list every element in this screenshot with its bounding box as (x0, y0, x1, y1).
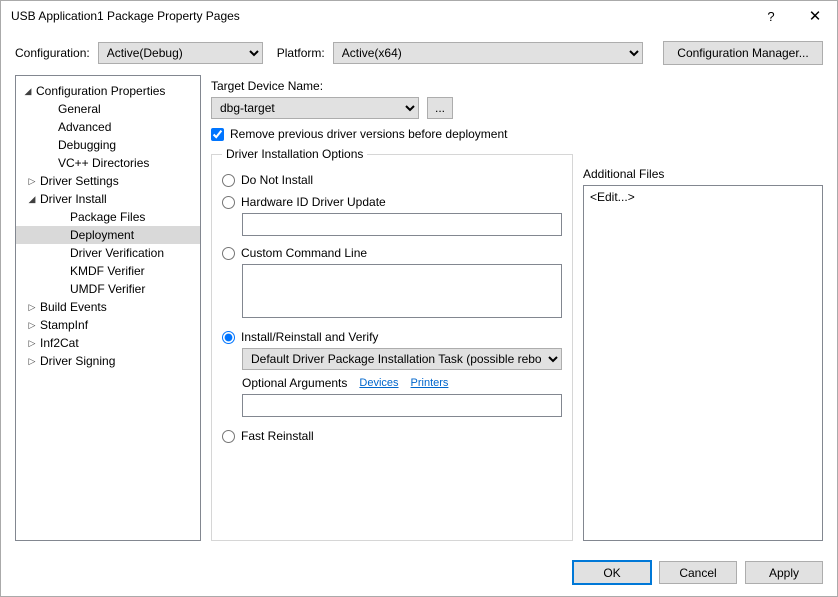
platform-label: Platform: (277, 46, 325, 60)
expander-icon[interactable]: ▷ (26, 176, 38, 187)
main-panel: Target Device Name: dbg-target ... Remov… (211, 75, 823, 541)
ok-button[interactable]: OK (573, 561, 651, 584)
target-device-select[interactable]: dbg-target (211, 97, 419, 119)
tree-item[interactable]: ▷StampInf (16, 316, 200, 334)
tree-item-label: Advanced (56, 120, 111, 134)
close-button[interactable]: ✕ (793, 1, 837, 31)
tree-item[interactable]: KMDF Verifier (16, 262, 200, 280)
platform-select[interactable]: Active(x64) (333, 42, 643, 64)
expander-icon[interactable]: ▷ (26, 356, 38, 367)
radio-cmdline[interactable] (222, 247, 235, 260)
cancel-button[interactable]: Cancel (659, 561, 737, 584)
radio-cmdline-label: Custom Command Line (241, 246, 367, 260)
hwid-input[interactable] (242, 213, 562, 236)
expander-icon[interactable]: ▷ (26, 302, 38, 313)
tree-item-label: StampInf (38, 318, 88, 332)
radio-hwid-label: Hardware ID Driver Update (241, 195, 386, 209)
optional-args-input[interactable] (242, 394, 562, 417)
tree-item[interactable]: ▷Build Events (16, 298, 200, 316)
tree-item[interactable]: General (16, 100, 200, 118)
tree-root[interactable]: ◢ Configuration Properties (16, 82, 200, 100)
additional-files-box[interactable]: <Edit...> (583, 185, 823, 541)
help-button[interactable]: ? (749, 1, 793, 31)
tree-item[interactable]: Debugging (16, 136, 200, 154)
tree-item-label: Package Files (68, 210, 145, 224)
radio-fast-reinstall[interactable] (222, 430, 235, 443)
remove-previous-checkbox[interactable] (211, 128, 224, 141)
tree-item-label: Inf2Cat (38, 336, 79, 350)
window-title: USB Application1 Package Property Pages (11, 9, 749, 23)
tree-item-label: Driver Verification (68, 246, 164, 260)
tree-item[interactable]: ▷Inf2Cat (16, 334, 200, 352)
target-device-label: Target Device Name: (211, 79, 573, 93)
expander-icon[interactable]: ◢ (22, 86, 34, 97)
tree-item-label: Driver Settings (38, 174, 119, 188)
additional-files-label: Additional Files (583, 167, 823, 181)
tree-item-label: Deployment (68, 228, 134, 242)
tree-item[interactable]: Driver Verification (16, 244, 200, 262)
configuration-manager-button[interactable]: Configuration Manager... (663, 41, 823, 65)
tree-item-label: VC++ Directories (56, 156, 149, 170)
config-row: Configuration: Active(Debug) Platform: A… (1, 31, 837, 75)
tree-item[interactable]: ◢Driver Install (16, 190, 200, 208)
install-task-select[interactable]: Default Driver Package Installation Task… (242, 348, 562, 370)
tree-item-label: Driver Install (38, 192, 107, 206)
tree-item[interactable]: ▷Driver Signing (16, 352, 200, 370)
tree-item-label: UMDF Verifier (68, 282, 145, 296)
tree-item[interactable]: Advanced (16, 118, 200, 136)
optional-args-label: Optional Arguments (242, 376, 347, 390)
tree-item-label: KMDF Verifier (68, 264, 145, 278)
apply-button[interactable]: Apply (745, 561, 823, 584)
configuration-label: Configuration: (15, 46, 90, 60)
property-pages-dialog: USB Application1 Package Property Pages … (0, 0, 838, 597)
browse-target-button[interactable]: ... (427, 97, 453, 119)
configuration-select[interactable]: Active(Debug) (98, 42, 263, 64)
titlebar: USB Application1 Package Property Pages … (1, 1, 837, 31)
expander-icon[interactable]: ▷ (26, 320, 38, 331)
group-legend: Driver Installation Options (222, 147, 367, 161)
expander-icon[interactable]: ◢ (26, 194, 38, 205)
additional-files-edit[interactable]: <Edit...> (590, 190, 635, 204)
cmdline-input[interactable] (242, 264, 562, 318)
tree-item[interactable]: VC++ Directories (16, 154, 200, 172)
tree-item[interactable]: UMDF Verifier (16, 280, 200, 298)
tree-item-label: Build Events (38, 300, 107, 314)
tree-item-label: Debugging (56, 138, 116, 152)
tree-item[interactable]: ▷Driver Settings (16, 172, 200, 190)
radio-do-not-install-label: Do Not Install (241, 173, 313, 187)
radio-install-verify-label: Install/Reinstall and Verify (241, 330, 378, 344)
tree-item-label: General (56, 102, 101, 116)
expander-icon[interactable]: ▷ (26, 338, 38, 349)
printers-link[interactable]: Printers (411, 377, 449, 389)
tree-item[interactable]: Deployment (16, 226, 200, 244)
radio-install-verify[interactable] (222, 331, 235, 344)
remove-previous-label: Remove previous driver versions before d… (230, 127, 507, 141)
radio-do-not-install[interactable] (222, 174, 235, 187)
nav-tree[interactable]: ◢ Configuration Properties General Advanc… (15, 75, 201, 541)
driver-install-options-group: Driver Installation Options Do Not Insta… (211, 147, 573, 541)
radio-fast-reinstall-label: Fast Reinstall (241, 429, 314, 443)
devices-link[interactable]: Devices (359, 377, 398, 389)
radio-hwid[interactable] (222, 196, 235, 209)
tree-item-label: Driver Signing (38, 354, 115, 368)
dialog-footer: OK Cancel Apply (1, 551, 837, 596)
tree-item[interactable]: Package Files (16, 208, 200, 226)
